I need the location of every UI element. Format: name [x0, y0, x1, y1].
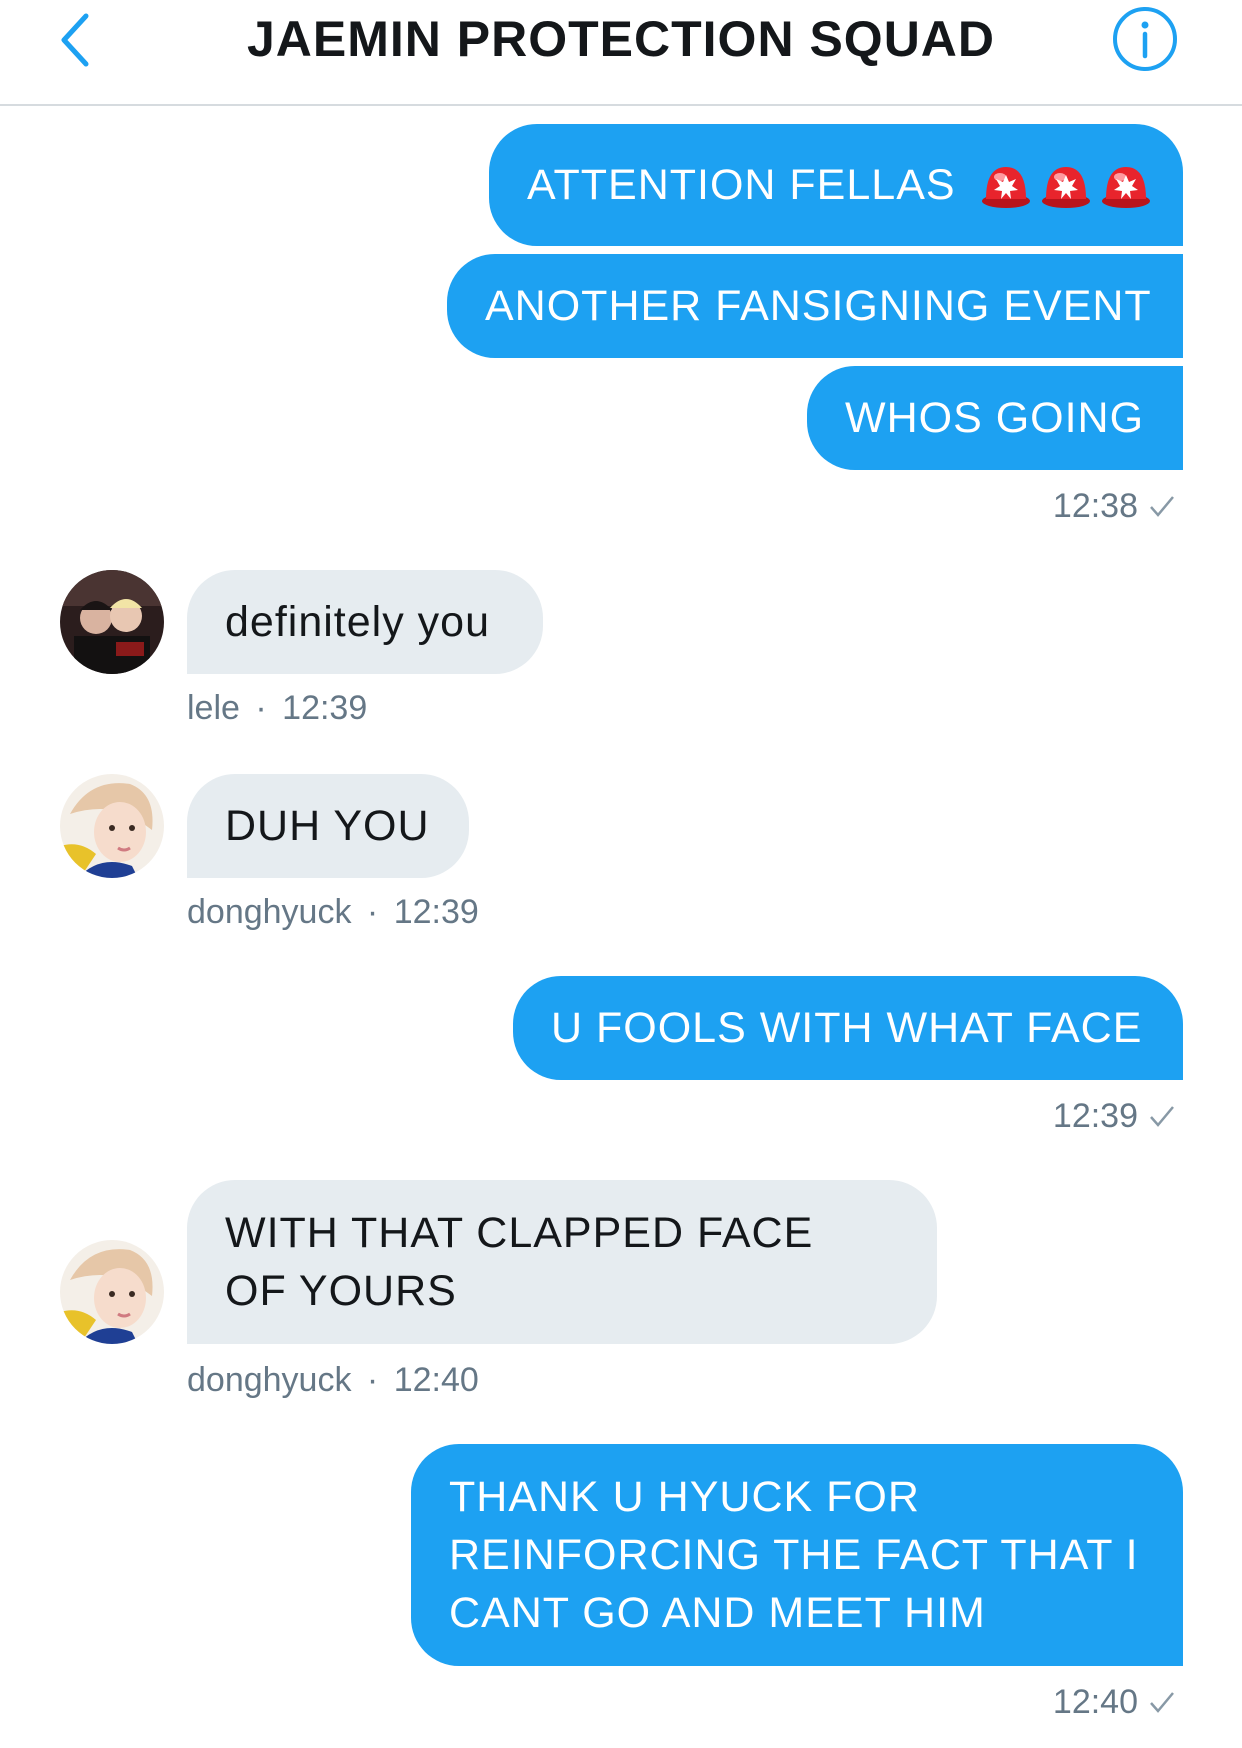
avatar-image: [60, 1240, 164, 1344]
message-text: U FOOLS WITH WHAT FACE: [551, 1004, 1143, 1052]
message-time: 12:40: [1052, 1683, 1138, 1721]
avatar-lele[interactable]: [60, 570, 164, 674]
outgoing-message-bubble[interactable]: WHOS GOING: [807, 366, 1183, 470]
avatar-image: [60, 570, 164, 674]
conversation-header: JAEMIN PROTECTION SQUAD: [0, 0, 1242, 106]
outgoing-message-bubble[interactable]: ANOTHER FANSIGNING EVENT: [447, 254, 1183, 358]
conversation-title: JAEMIN PROTECTION SQUAD: [246, 11, 996, 67]
message-meta: lele · 12:39: [187, 688, 367, 728]
message-text: ATTENTION FELLAS: [527, 161, 956, 209]
message-text: definitely you: [225, 598, 490, 646]
message-time: 12:39: [1052, 1097, 1138, 1135]
incoming-message-bubble[interactable]: definitely you: [187, 570, 543, 674]
incoming-message-bubble[interactable]: WITH THAT CLAPPED FACE OF YOURS: [187, 1180, 937, 1344]
message-time: 12:40: [393, 1361, 479, 1399]
check-icon: [1150, 496, 1174, 517]
incoming-message-bubble[interactable]: DUH YOU: [187, 774, 469, 878]
message-meta: 12:39: [1053, 1096, 1176, 1136]
sender-name: donghyuck: [187, 1361, 352, 1399]
info-icon: [1113, 7, 1177, 71]
message-time: 12:39: [393, 893, 479, 931]
rotating-light-icon: [981, 167, 1030, 208]
message-meta: donghyuck · 12:39: [187, 892, 479, 932]
meta-separator: ·: [366, 893, 379, 931]
avatar-donghyuck[interactable]: [60, 1240, 164, 1344]
avatar-donghyuck[interactable]: [60, 774, 164, 878]
info-button[interactable]: [1110, 4, 1180, 74]
message-meta: 12:40: [1053, 1682, 1176, 1722]
message-text: THANK U HYUCK FOR REINFORCING THE FACT T…: [449, 1473, 1139, 1637]
sender-name: donghyuck: [187, 893, 352, 931]
check-icon: [1150, 1692, 1174, 1713]
outgoing-message-bubble[interactable]: THANK U HYUCK FOR REINFORCING THE FACT T…: [411, 1444, 1183, 1666]
message-text: DUH YOU: [225, 802, 430, 850]
outgoing-message-bubble[interactable]: U FOOLS WITH WHAT FACE: [513, 976, 1183, 1080]
meta-separator: ·: [255, 689, 267, 727]
avatar-image: [60, 774, 164, 878]
message-time: 12:39: [282, 689, 368, 727]
rotating-light-icon: [1101, 167, 1150, 208]
message-meta: donghyuck · 12:40: [187, 1360, 479, 1400]
emoji-group: [972, 161, 1152, 209]
rotating-light-icon: [1041, 167, 1090, 208]
sender-name: lele: [187, 689, 240, 727]
outgoing-message-bubble[interactable]: ATTENTION FELLAS: [489, 124, 1183, 246]
message-text: WHOS GOING: [845, 394, 1145, 442]
check-icon: [1150, 1106, 1174, 1127]
meta-separator: ·: [366, 1361, 379, 1399]
message-time: 12:38: [1052, 487, 1138, 525]
message-text: WITH THAT CLAPPED FACE OF YOURS: [225, 1209, 814, 1315]
message-text: ANOTHER FANSIGNING EVENT: [485, 282, 1152, 330]
message-meta: 12:38: [1053, 486, 1176, 526]
